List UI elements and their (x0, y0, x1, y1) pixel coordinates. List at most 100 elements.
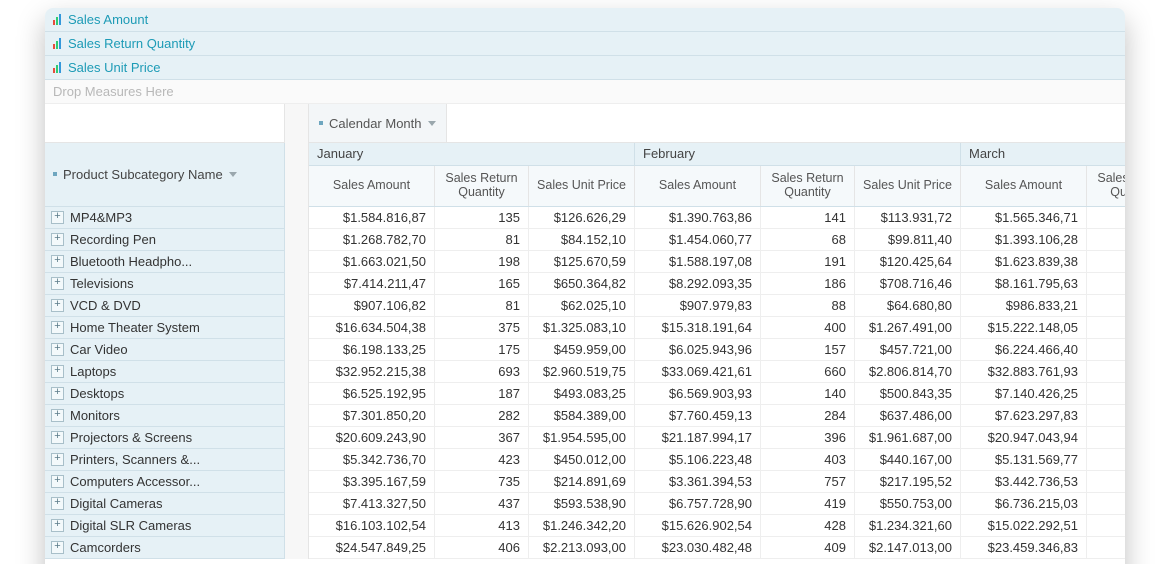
data-cell[interactable]: 140 (761, 383, 855, 405)
data-cell[interactable]: 660 (761, 361, 855, 383)
expand-icon[interactable]: + (51, 453, 64, 466)
row-label[interactable]: +Bluetooth Headpho... (45, 251, 285, 273)
data-cell[interactable]: $21.187.994,17 (635, 427, 761, 449)
data-cell[interactable]: 175 (435, 339, 529, 361)
expand-icon[interactable]: + (51, 497, 64, 510)
data-cell[interactable]: $1.393.106,28 (961, 229, 1087, 251)
data-cell[interactable]: $1.954.595,00 (529, 427, 635, 449)
data-cell[interactable]: $120.425,64 (855, 251, 961, 273)
metric-header[interactable]: Sales Return Quantity (435, 166, 529, 206)
data-cell[interactable]: $459.959,00 (529, 339, 635, 361)
row-field-selector[interactable]: Product Subcategory Name (45, 143, 285, 207)
expand-icon[interactable]: + (51, 211, 64, 224)
metric-header[interactable]: Sales Unit Price (855, 166, 961, 206)
data-cell[interactable]: $2.147.013,00 (855, 537, 961, 559)
row-label[interactable]: +Desktops (45, 383, 285, 405)
data-cell[interactable]: $217.195,52 (855, 471, 961, 493)
row-label[interactable]: +VCD & DVD (45, 295, 285, 317)
data-cell[interactable]: $24.547.849,25 (309, 537, 435, 559)
data-cell[interactable]: 80 (1087, 229, 1125, 251)
data-cell[interactable]: $32.952.215,38 (309, 361, 435, 383)
metric-header[interactable]: Sales Return Quantity (761, 166, 855, 206)
data-cell[interactable]: 367 (435, 427, 529, 449)
row-label[interactable]: +Monitors (45, 405, 285, 427)
data-cell[interactable]: 204 (1087, 273, 1125, 295)
column-field-selector[interactable]: Calendar Month (309, 104, 447, 142)
data-cell[interactable]: $126.626,29 (529, 207, 635, 229)
data-cell[interactable]: 68 (761, 229, 855, 251)
data-cell[interactable]: $1.565.346,71 (961, 207, 1087, 229)
data-cell[interactable]: 375 (435, 317, 529, 339)
data-cell[interactable]: $8.161.795,63 (961, 273, 1087, 295)
data-cell[interactable]: $1.623.839,38 (961, 251, 1087, 273)
data-cell[interactable]: $2.213.093,00 (529, 537, 635, 559)
data-cell[interactable]: 412 (1087, 493, 1125, 515)
row-label[interactable]: +Digital SLR Cameras (45, 515, 285, 537)
data-cell[interactable]: 419 (761, 493, 855, 515)
row-label[interactable]: +Recording Pen (45, 229, 285, 251)
data-cell[interactable]: $62.025,10 (529, 295, 635, 317)
data-cell[interactable]: $5.131.569,77 (961, 449, 1087, 471)
row-label[interactable]: +Computers Accessor... (45, 471, 285, 493)
data-cell[interactable]: 282 (435, 405, 529, 427)
expand-icon[interactable]: + (51, 431, 64, 444)
metric-header[interactable]: Sales Amount (635, 166, 761, 206)
data-cell[interactable]: $1.961.687,00 (855, 427, 961, 449)
data-cell[interactable]: 409 (761, 537, 855, 559)
expand-icon[interactable]: + (51, 255, 64, 268)
expand-icon[interactable]: + (51, 343, 64, 356)
row-label[interactable]: +MP4&MP3 (45, 207, 285, 229)
data-cell[interactable]: $637.486,00 (855, 405, 961, 427)
measure-item[interactable]: Sales Return Quantity (45, 32, 1125, 56)
data-cell[interactable]: $16.634.504,38 (309, 317, 435, 339)
row-label[interactable]: +Printers, Scanners &... (45, 449, 285, 471)
data-cell[interactable]: $6.025.943,96 (635, 339, 761, 361)
data-cell[interactable]: $1.234.321,60 (855, 515, 961, 537)
data-cell[interactable]: $6.224.466,40 (961, 339, 1087, 361)
data-cell[interactable]: $32.883.761,93 (961, 361, 1087, 383)
data-cell[interactable]: 428 (761, 515, 855, 537)
data-cell[interactable]: $3.395.167,59 (309, 471, 435, 493)
data-cell[interactable]: $125.670,59 (529, 251, 635, 273)
expand-icon[interactable]: + (51, 365, 64, 378)
data-cell[interactable]: $113.931,72 (855, 207, 961, 229)
data-cell[interactable]: 408 (1087, 537, 1125, 559)
data-cell[interactable]: $986.833,21 (961, 295, 1087, 317)
data-cell[interactable]: $7.301.850,20 (309, 405, 435, 427)
row-label[interactable]: +Home Theater System (45, 317, 285, 339)
data-cell[interactable]: 118 (1087, 207, 1125, 229)
expand-icon[interactable]: + (51, 519, 64, 532)
data-cell[interactable]: $5.106.223,48 (635, 449, 761, 471)
data-cell[interactable]: $1.663.021,50 (309, 251, 435, 273)
data-cell[interactable]: 88 (761, 295, 855, 317)
data-cell[interactable]: 81 (435, 295, 529, 317)
expand-icon[interactable]: + (51, 277, 64, 290)
data-cell[interactable]: 423 (435, 449, 529, 471)
expand-icon[interactable]: + (51, 233, 64, 246)
data-cell[interactable]: $593.538,90 (529, 493, 635, 515)
data-cell[interactable]: 645 (1087, 361, 1125, 383)
drop-measures-hint[interactable]: Drop Measures Here (45, 80, 1125, 104)
data-cell[interactable]: $708.716,46 (855, 273, 961, 295)
data-cell[interactable]: $8.292.093,35 (635, 273, 761, 295)
data-cell[interactable]: 167 (1087, 383, 1125, 405)
data-cell[interactable]: $6.757.728,90 (635, 493, 761, 515)
data-cell[interactable]: $23.459.346,83 (961, 537, 1087, 559)
data-cell[interactable]: 186 (761, 273, 855, 295)
data-cell[interactable]: 187 (435, 383, 529, 405)
data-cell[interactable]: $7.760.459,13 (635, 405, 761, 427)
data-cell[interactable]: 383 (1087, 427, 1125, 449)
row-label[interactable]: +Televisions (45, 273, 285, 295)
row-label[interactable]: +Car Video (45, 339, 285, 361)
data-cell[interactable]: 401 (1087, 449, 1125, 471)
data-cell[interactable]: $457.721,00 (855, 339, 961, 361)
metric-header[interactable]: Sales Amount (961, 166, 1087, 206)
data-cell[interactable]: $3.442.736,53 (961, 471, 1087, 493)
data-cell[interactable]: 157 (761, 339, 855, 361)
data-cell[interactable]: 757 (761, 471, 855, 493)
data-cell[interactable]: $1.246.342,20 (529, 515, 635, 537)
data-cell[interactable]: $1.267.491,00 (855, 317, 961, 339)
data-cell[interactable]: 284 (761, 405, 855, 427)
data-cell[interactable]: 202 (1087, 251, 1125, 273)
measure-item[interactable]: Sales Unit Price (45, 56, 1125, 80)
